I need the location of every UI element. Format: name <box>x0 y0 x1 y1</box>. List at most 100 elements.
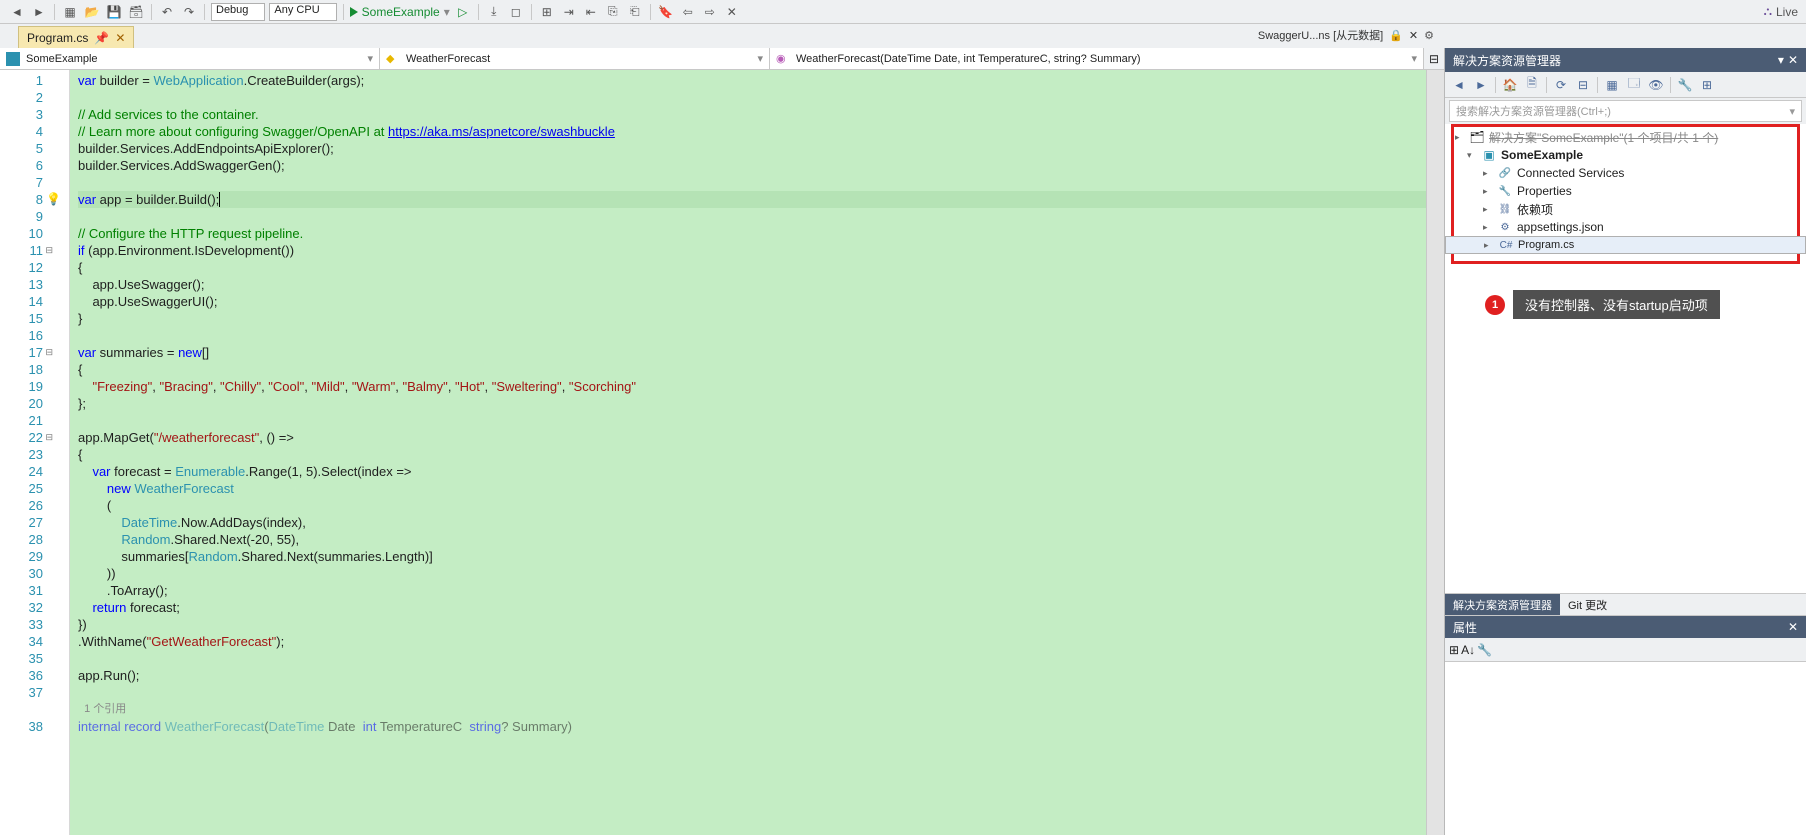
live-share[interactable]: ⛬Live <box>1764 4 1798 19</box>
file-icon: C# <box>1498 240 1514 251</box>
annotation-callout: 1 没有控制器、没有startup启动项 <box>1485 290 1720 319</box>
solution-node[interactable]: ▸ 🗂 解决方案"SomeExample"(1 个项目/共 1 个) <box>1445 128 1806 146</box>
class-combo[interactable]: ◆ WeatherForecast ▾ <box>380 48 770 69</box>
file-icon: 🔗 <box>1497 168 1513 179</box>
platform-select[interactable]: Any CPU <box>269 3 336 21</box>
back-icon[interactable]: ◄ <box>1449 75 1469 95</box>
expander-icon[interactable]: ▾ <box>1467 150 1477 161</box>
layout-icon[interactable]: ⊞ <box>538 3 556 21</box>
nav-fwd-icon[interactable]: ► <box>30 3 48 21</box>
config-select[interactable]: Debug <box>211 3 265 21</box>
step-icon[interactable]: ⤓ <box>485 3 503 21</box>
file-icon: ⚙ <box>1497 222 1513 233</box>
navigation-bar: SomeExample ▾ ◆ WeatherForecast ▾ ◉ Weat… <box>0 48 1444 70</box>
lock-icon: 🔒 <box>1389 29 1403 42</box>
expander-icon[interactable]: ▸ <box>1483 222 1493 233</box>
tree-node[interactable]: ▸🔗Connected Services <box>1445 164 1806 182</box>
codelens[interactable]: 1 个引用 <box>78 701 1426 718</box>
expander-icon[interactable]: ▸ <box>1483 204 1493 215</box>
indent-icon[interactable]: ⇥ <box>560 3 578 21</box>
tree-node[interactable]: ▸⛓依赖项 <box>1445 200 1806 218</box>
solution-explorer-toolbar: ◄ ► 🏠 🗎 ⟳ ⊟ ▦ 🗔 👁 🔧 ⊞ <box>1445 72 1806 98</box>
tree-node[interactable]: ▸⚙appsettings.json <box>1445 218 1806 236</box>
run-no-debug-icon[interactable]: ▷ <box>454 3 472 21</box>
solution-explorer-title: 解决方案资源管理器 ▾✕ <box>1445 48 1806 72</box>
preview-tab[interactable]: SwaggerU...ns [从元数据] 🔒 ✕ ⚙ <box>1258 24 1434 46</box>
expander-icon[interactable]: ▸ <box>1484 240 1494 251</box>
redo-icon[interactable]: ↷ <box>180 3 198 21</box>
view-icon[interactable]: ⊞ <box>1697 75 1717 95</box>
callout-text: 没有控制器、没有startup启动项 <box>1513 290 1720 319</box>
tab-label: Program.cs <box>27 31 88 45</box>
outdent-icon[interactable]: ⇤ <box>582 3 600 21</box>
bookmark-icon[interactable]: 🔖 <box>657 3 675 21</box>
fold-icon[interactable]: ⊟ <box>45 242 53 259</box>
home-icon[interactable]: 🏠 <box>1500 75 1520 95</box>
tree-node[interactable]: ▸🔧Properties <box>1445 182 1806 200</box>
show-all-icon[interactable]: ▦ <box>1602 75 1622 95</box>
prop-wrench-icon[interactable]: 🔧 <box>1477 643 1492 657</box>
callout-badge: 1 <box>1485 295 1505 315</box>
refresh-icon[interactable]: ⟳ <box>1551 75 1571 95</box>
file-icon: 🔧 <box>1497 186 1513 197</box>
expander-icon[interactable]: ▸ <box>1455 132 1465 143</box>
fold-icon[interactable]: ⊟ <box>45 429 53 446</box>
preview-close-icon[interactable]: ✕ <box>1409 29 1418 42</box>
run-button[interactable]: SomeExample▾ <box>350 5 450 19</box>
save-all-icon[interactable]: 🗃 <box>127 3 145 21</box>
alpha-icon[interactable]: A↓ <box>1461 643 1475 657</box>
undo-icon[interactable]: ↶ <box>158 3 176 21</box>
project-combo[interactable]: SomeExample ▾ <box>0 48 380 69</box>
properties-title: 属性 ✕ <box>1445 616 1806 638</box>
main-toolbar: ◄ ► ▦ 📂 💾 🗃 ↶ ↷ Debug Any CPU SomeExampl… <box>0 0 1806 24</box>
csproj-icon: ▣ <box>1481 148 1497 162</box>
save-icon[interactable]: 💾 <box>105 3 123 21</box>
member-combo[interactable]: ◉ WeatherForecast(DateTime Date, int Tem… <box>770 48 1424 69</box>
expander-icon[interactable]: ▸ <box>1483 168 1493 179</box>
collapse-icon[interactable]: ⊟ <box>1573 75 1593 95</box>
solution-tree[interactable]: ▸ 🗂 解决方案"SomeExample"(1 个项目/共 1 个) ▾ ▣ S… <box>1445 124 1806 593</box>
fwd-icon[interactable]: ► <box>1471 75 1491 95</box>
properties-grid[interactable] <box>1445 662 1806 835</box>
tab-git-changes[interactable]: Git 更改 <box>1560 594 1615 615</box>
tree-node[interactable]: ▸C#Program.cs <box>1445 236 1806 254</box>
open-icon[interactable]: 📂 <box>83 3 101 21</box>
wrench-icon[interactable]: 🔧 <box>1675 75 1695 95</box>
preview-icon[interactable]: 👁 <box>1646 75 1666 95</box>
properties-icon[interactable]: 🗔 <box>1624 75 1644 95</box>
new-icon[interactable]: ▦ <box>61 3 79 21</box>
tab-solution-explorer[interactable]: 解决方案资源管理器 <box>1445 594 1560 615</box>
tab-program-cs[interactable]: Program.cs 📌 ✕ <box>18 26 134 48</box>
comment-icon[interactable]: ⎘ <box>604 3 622 21</box>
code-editor[interactable]: 12345678💡91011⊟121314151617⊟1819202122⊟2… <box>0 70 1444 835</box>
properties-close-icon[interactable]: ✕ <box>1788 620 1798 634</box>
stop-icon[interactable]: ◻ <box>507 3 525 21</box>
solution-search[interactable]: 搜索解决方案资源管理器(Ctrl+;) ▾ <box>1449 100 1802 122</box>
overview-ruler[interactable] <box>1426 70 1444 835</box>
panel-dropdown-icon[interactable]: ▾ <box>1778 53 1784 67</box>
expander-icon[interactable]: ▸ <box>1483 186 1493 197</box>
class-icon: ◆ <box>386 52 400 66</box>
properties-panel: 属性 ✕ ⊞ A↓ 🔧 <box>1445 615 1806 835</box>
properties-toolbar: ⊞ A↓ 🔧 <box>1445 638 1806 662</box>
uncomment-icon[interactable]: ⎗ <box>626 3 644 21</box>
clear-bookmark-icon[interactable]: ✕ <box>723 3 741 21</box>
preview-tab-label: SwaggerU...ns [从元数据] <box>1258 27 1383 43</box>
doc-icon[interactable]: 🗎 <box>1522 75 1542 95</box>
next-bookmark-icon[interactable]: ⇨ <box>701 3 719 21</box>
document-well: Program.cs 📌 ✕ SwaggerU...ns [从元数据] 🔒 ✕ … <box>0 24 1806 48</box>
search-dropdown-icon[interactable]: ▾ <box>1789 105 1795 118</box>
pin-icon[interactable]: 📌 <box>94 31 109 45</box>
method-icon: ◉ <box>776 52 790 66</box>
gear-icon[interactable]: ⚙ <box>1424 29 1434 42</box>
close-tab-icon[interactable]: ✕ <box>115 31 125 45</box>
csproj-icon <box>6 52 20 66</box>
panel-close-icon[interactable]: ✕ <box>1788 53 1798 67</box>
categorize-icon[interactable]: ⊞ <box>1449 643 1459 657</box>
split-icon[interactable]: ⊟ <box>1424 48 1444 69</box>
lightbulb-icon[interactable]: 💡 <box>46 191 61 208</box>
prev-bookmark-icon[interactable]: ⇦ <box>679 3 697 21</box>
fold-icon[interactable]: ⊟ <box>45 344 53 361</box>
project-node[interactable]: ▾ ▣ SomeExample <box>1445 146 1806 164</box>
nav-back-icon[interactable]: ◄ <box>8 3 26 21</box>
